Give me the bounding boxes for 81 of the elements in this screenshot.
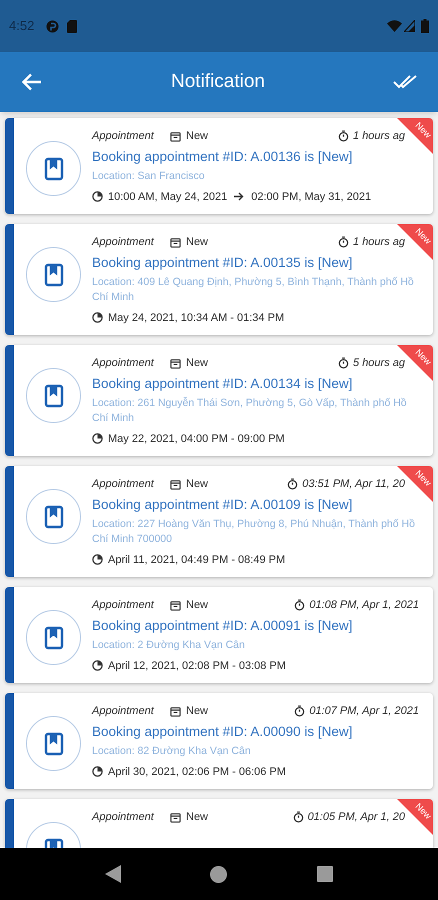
recents-square-icon[interactable]: [317, 866, 334, 882]
time-label: 01:07 PM, Apr 1, 2021: [309, 704, 419, 719]
category-label: Appointment: [92, 129, 156, 144]
status-label: New: [186, 810, 208, 825]
notification-title[interactable]: Booking appointment #ID: A.00136 is [New]: [92, 148, 419, 166]
time-label: 01:05 PM, Apr 1, 20: [308, 810, 405, 825]
time-label: 5 hours ag: [353, 356, 405, 371]
stopwatch-icon: [294, 599, 306, 612]
back-triangle-icon[interactable]: [104, 865, 121, 883]
book-icon: [44, 504, 64, 528]
book-icon: [44, 732, 64, 756]
time-label: 1 hours ag: [353, 235, 405, 250]
category-label: Appointment: [92, 810, 156, 825]
notification-card[interactable]: Appointment New 01:07 PM, Apr 1, 2021 Booking appointment #ID: A.00090 is [New] Location: 82 Đường Kha Vạn Cân April 30, 2021, 02:06 PM - 06:06 PM: [5, 693, 433, 789]
stopwatch-icon: [294, 705, 306, 718]
signal-icon: [404, 20, 415, 32]
location-text: Location: 261 Nguyễn Thái Sơn, Phường 5, Gò Vấp, Thành phố Hồ Chí Minh: [92, 396, 408, 426]
schedule-end-text: 02:00 PM, May 31, 2021: [251, 190, 372, 204]
status-label: New: [186, 129, 208, 144]
stopwatch-icon: [287, 478, 298, 490]
schedule-text: April 30, 2021, 02:06 PM - 06:06 PM: [108, 764, 286, 780]
notification-title[interactable]: Booking appointment #ID: A.00135 is [New]: [92, 254, 419, 272]
status-label: New: [186, 598, 208, 613]
status-label: New: [186, 477, 208, 492]
stopwatch-icon: [338, 236, 350, 248]
time-label: 1 hours ag: [353, 129, 405, 144]
back-arrow-icon: [22, 73, 42, 91]
clock-icon: [92, 191, 103, 202]
status-time: 4:52: [9, 17, 34, 36]
location-text: Location: 82 Đường Kha Vạn Cân: [92, 744, 252, 758]
notification-title[interactable]: Booking appointment #ID: A.00090 is [New]: [92, 722, 419, 740]
category-label: Appointment: [92, 356, 156, 371]
calendar-icon: [170, 600, 181, 611]
status-label: New: [186, 356, 208, 371]
stopwatch-icon: [338, 130, 350, 142]
calendar-icon: [170, 706, 181, 717]
double-check-icon: [393, 75, 417, 89]
location-text: Location: 2 Đường Kha Vạn Cân: [92, 638, 246, 652]
notification-card[interactable]: Appointment New 01:08 PM, Apr 1, 2021 Booking appointment #ID: A.00091 is [New] Location: 2 Đường Kha Vạn Cân April 12, 2021, 02:08 PM - 03:08 PM: [5, 587, 433, 683]
notification-title[interactable]: Booking appointment #ID: A.00109 is [New]: [92, 496, 419, 514]
stopwatch-icon: [338, 357, 350, 370]
time-label: 03:51 PM, Apr 11, 20: [302, 477, 405, 492]
clock-icon: [92, 554, 103, 566]
category-label: Appointment: [92, 477, 156, 492]
notification-app-icon: [46, 20, 60, 32]
schedule-text: May 24, 2021, 10:34 AM - 01:34 PM: [108, 310, 284, 326]
clock-icon: [92, 660, 103, 672]
clock-icon: [92, 312, 103, 324]
location-text: Location: San Francisco: [92, 168, 206, 184]
sim-card-icon: [67, 20, 78, 32]
schedule-text: April 12, 2021, 02:08 PM - 03:08 PM: [108, 658, 286, 674]
status-label: New: [186, 235, 208, 250]
clock-icon: [92, 433, 103, 444]
category-label: Appointment: [92, 704, 156, 719]
schedule-start-text: 10:00 AM, May 24, 2021: [108, 190, 228, 204]
arrow-right-icon: [234, 192, 244, 202]
page-title: Notification: [170, 70, 266, 94]
schedule-text: May 22, 2021, 04:00 PM - 09:00 PM: [108, 432, 285, 446]
stopwatch-icon: [292, 811, 304, 824]
clock-icon: [92, 766, 103, 778]
category-label: Appointment: [92, 598, 156, 613]
calendar-icon: [170, 812, 181, 823]
status-label: New: [186, 704, 208, 719]
book-icon: [44, 384, 64, 408]
book-icon: [44, 156, 64, 180]
calendar-icon: [170, 130, 181, 142]
location-text: Location: 409 Lê Quang Định, Phường 5, Bình Thạnh, Thành phố Hồ Chí Minh: [92, 274, 415, 304]
book-icon: [44, 626, 64, 650]
book-icon: [44, 262, 64, 286]
calendar-icon: [170, 236, 181, 248]
schedule-text: April 11, 2021, 04:49 PM - 08:49 PM: [108, 552, 286, 568]
calendar-icon: [170, 358, 181, 369]
time-label: 01:08 PM, Apr 1, 2021: [309, 598, 419, 613]
notification-title[interactable]: Booking appointment #ID: A.00091 is [New]: [92, 616, 419, 634]
notification-title[interactable]: Booking appointment #ID: A.00134 is [New]: [92, 374, 419, 392]
location-text: Location: 227 Hoàng Văn Thụ, Phường 8, Phú Nhuận, Thành phố Hồ Chí Minh 700000: [92, 516, 416, 546]
wifi-icon: [387, 20, 402, 32]
home-circle-icon[interactable]: [210, 866, 228, 882]
calendar-icon: [170, 478, 181, 490]
category-label: Appointment: [92, 235, 156, 250]
battery-icon: [421, 19, 429, 33]
